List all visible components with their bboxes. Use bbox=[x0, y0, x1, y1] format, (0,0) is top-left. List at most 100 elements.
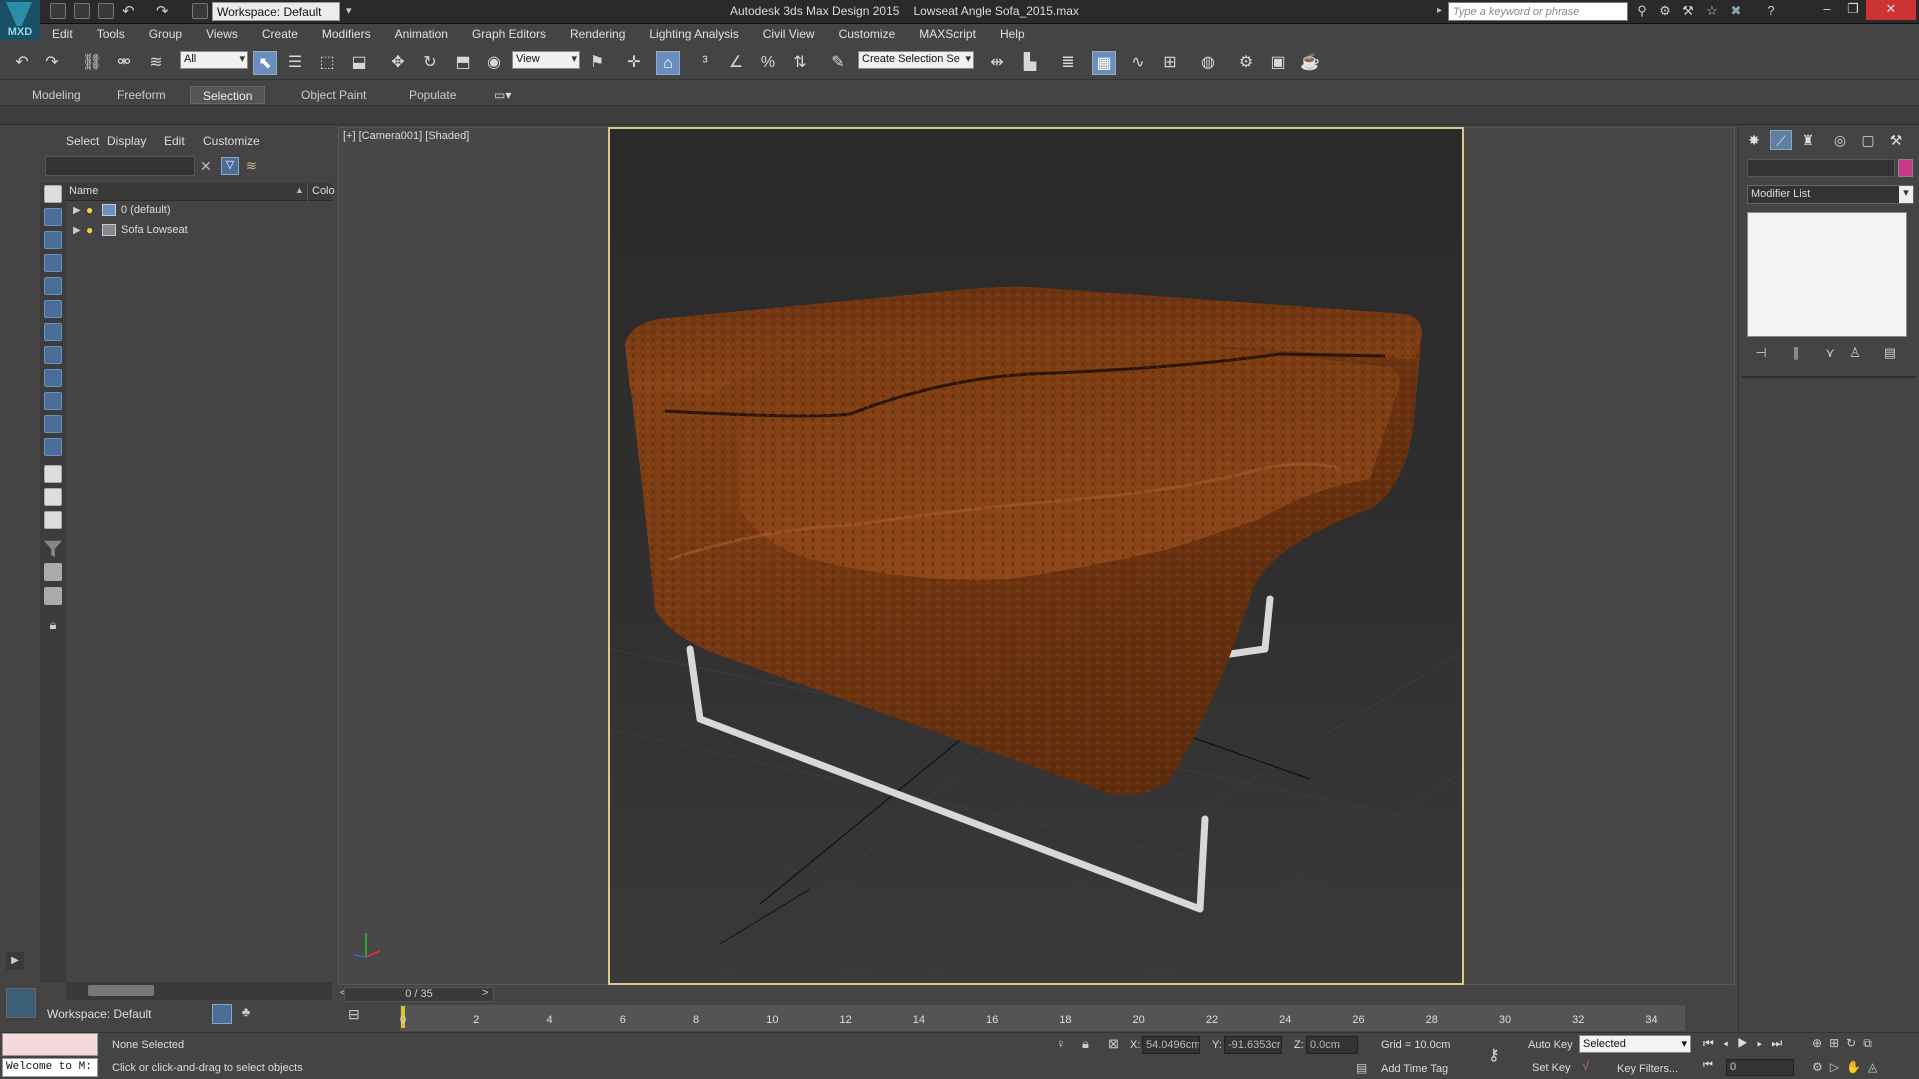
selection-filter-dropdown[interactable]: All bbox=[180, 51, 248, 69]
select-none-icon[interactable] bbox=[44, 488, 62, 506]
key-mode-toggle-icon[interactable]: ⏮ bbox=[1703, 1059, 1713, 1072]
filter-toggle-icon[interactable] bbox=[44, 540, 62, 557]
select-move-icon[interactable]: ✥ bbox=[386, 51, 410, 75]
list-item[interactable]: ▶ ● Sofa Lowseat bbox=[66, 221, 332, 241]
menu-civil-view[interactable]: Civil View bbox=[751, 27, 827, 41]
maximize-viewport-icon[interactable]: ⧉ bbox=[1863, 1036, 1879, 1050]
display-containers-icon[interactable] bbox=[44, 415, 62, 433]
undo-icon[interactable]: ↶ bbox=[10, 51, 34, 75]
subscription-icon[interactable]: ⚙ bbox=[1658, 4, 1672, 18]
sort-by-layer-icon[interactable] bbox=[212, 1004, 232, 1024]
lightbulb-icon[interactable]: ● bbox=[86, 223, 93, 237]
set-key-button[interactable]: Set Key bbox=[1532, 1062, 1571, 1074]
time-config-icon[interactable]: ⚙ bbox=[1812, 1060, 1830, 1074]
expand-icon[interactable]: ▶ bbox=[73, 225, 81, 236]
bind-space-warp-icon[interactable]: ≋ bbox=[144, 51, 168, 75]
scene-explorer-workspace[interactable]: Workspace: Default bbox=[45, 1004, 201, 1024]
rendered-frame-icon[interactable]: ▣ bbox=[1266, 51, 1290, 75]
edit-named-selection-icon[interactable]: ✎ bbox=[826, 51, 850, 75]
create-tab-icon[interactable]: ✸ bbox=[1743, 130, 1765, 150]
menu-group[interactable]: Group bbox=[137, 27, 194, 41]
display-tab-icon[interactable]: ▢ bbox=[1857, 130, 1879, 150]
clear-search-icon[interactable]: ✕ bbox=[200, 158, 212, 175]
select-manipulate-icon[interactable]: ✛ bbox=[622, 51, 646, 75]
filter-icon[interactable]: ▽ bbox=[221, 157, 239, 175]
field-of-view-icon[interactable]: ◬ bbox=[1868, 1060, 1884, 1074]
redo-icon[interactable]: ↷ bbox=[40, 51, 64, 75]
display-groups-icon[interactable] bbox=[44, 346, 62, 364]
time-next-icon[interactable]: > bbox=[482, 987, 488, 999]
snaps-toggle-icon[interactable]: ³ bbox=[693, 51, 717, 75]
previous-frame-icon[interactable]: ◂ bbox=[1723, 1036, 1737, 1050]
absolute-mode-icon[interactable]: ⊠ bbox=[1108, 1036, 1119, 1052]
curve-editor-icon[interactable]: ∿ bbox=[1126, 51, 1150, 75]
lock-icon[interactable]: 🔒︎ bbox=[44, 617, 62, 635]
expand-panel-icon[interactable]: ▶ bbox=[6, 952, 24, 970]
utilities-tab-icon[interactable]: ⚒ bbox=[1885, 130, 1907, 150]
auto-key-button[interactable]: Auto Key bbox=[1528, 1039, 1573, 1051]
selected-set-dropdown[interactable]: Selected bbox=[1579, 1035, 1691, 1053]
select-link-icon[interactable]: ⛓ bbox=[80, 51, 104, 75]
open-file-icon[interactable] bbox=[74, 3, 90, 19]
favorites-star-icon[interactable]: ☆ bbox=[1705, 4, 1719, 18]
z-coordinate-field[interactable]: 0.0cm bbox=[1306, 1036, 1358, 1054]
tab-object-paint[interactable]: Object Paint bbox=[289, 86, 378, 104]
display-xrefs-icon[interactable] bbox=[44, 369, 62, 387]
scene-explorer-icon[interactable]: ▦ bbox=[1092, 51, 1116, 75]
display-helpers-icon[interactable] bbox=[44, 300, 62, 318]
app-logo-button[interactable]: MXD bbox=[0, 0, 40, 40]
display-all-icon[interactable] bbox=[44, 185, 62, 203]
display-geometry-icon[interactable] bbox=[44, 208, 62, 226]
time-slider[interactable]: 0 / 35 bbox=[344, 987, 494, 1002]
menu-modifiers[interactable]: Modifiers bbox=[310, 27, 383, 41]
display-space-warps-icon[interactable] bbox=[44, 323, 62, 341]
key-filters-button[interactable]: Key Filters... bbox=[1617, 1063, 1678, 1075]
search-expand-icon[interactable]: ▸ bbox=[1437, 5, 1442, 16]
x-coordinate-field[interactable]: 54.0496cm bbox=[1142, 1036, 1200, 1054]
select-all-icon[interactable] bbox=[44, 465, 62, 483]
play-icon[interactable]: ▶ bbox=[1737, 1036, 1757, 1050]
tab-freeform[interactable]: Freeform bbox=[105, 86, 178, 104]
maxscript-mini-listener[interactable]: Welcome to M: bbox=[2, 1058, 98, 1077]
viewport-label[interactable]: [+] [Camera001] [Shaded] bbox=[343, 130, 469, 142]
next-frame-icon[interactable]: ▸ bbox=[1757, 1036, 1771, 1050]
remove-modifier-icon[interactable]: ♙ bbox=[1845, 345, 1865, 363]
pin-stack-icon[interactable]: ⊣ bbox=[1751, 345, 1771, 363]
menu-help[interactable]: Help bbox=[988, 27, 1037, 41]
workspace-dropdown[interactable]: Workspace: Default bbox=[212, 2, 340, 21]
lightbulb-icon[interactable]: ● bbox=[86, 203, 93, 217]
expand-icon[interactable]: ▶ bbox=[73, 205, 81, 216]
column-name[interactable]: Name bbox=[69, 185, 98, 197]
add-time-tag[interactable]: Add Time Tag bbox=[1381, 1063, 1448, 1075]
track-bar[interactable] bbox=[400, 1005, 1685, 1031]
tab-populate[interactable]: Populate bbox=[397, 86, 468, 104]
select-place-icon[interactable]: ◉ bbox=[482, 51, 506, 75]
reference-coordinate-dropdown[interactable]: View bbox=[512, 51, 580, 69]
keyboard-shortcut-toggle-icon[interactable]: ⌂ bbox=[656, 51, 680, 75]
menu-maxscript[interactable]: MAXScript bbox=[907, 27, 988, 41]
save-file-icon[interactable] bbox=[98, 3, 114, 19]
sort-icon[interactable] bbox=[44, 563, 62, 581]
minimize-button[interactable]: – bbox=[1814, 0, 1840, 20]
time-tag-icon[interactable]: ▤ bbox=[1356, 1061, 1367, 1075]
window-crossing-icon[interactable]: ⬓ bbox=[347, 51, 371, 75]
zoom-all-icon[interactable]: ⊞ bbox=[1829, 1036, 1846, 1050]
align-icon[interactable]: ▙ bbox=[1018, 51, 1042, 75]
mirror-icon[interactable]: ⇹ bbox=[985, 51, 1009, 75]
select-rotate-icon[interactable]: ↻ bbox=[418, 51, 442, 75]
percent-snap-icon[interactable]: % bbox=[756, 51, 780, 75]
layer-add-icon[interactable]: ≋ bbox=[246, 158, 257, 174]
exchange-icon[interactable]: ✖ bbox=[1729, 4, 1743, 18]
configure-modifier-sets-icon[interactable]: ▤ bbox=[1880, 345, 1900, 363]
maximize-button[interactable]: ❐ bbox=[1840, 0, 1866, 20]
hierarchy-tab-icon[interactable]: ♜ bbox=[1797, 130, 1819, 150]
help-icon[interactable]: ? bbox=[1764, 4, 1778, 18]
new-file-icon[interactable] bbox=[50, 3, 66, 19]
render-production-icon[interactable]: ☕ bbox=[1298, 51, 1322, 75]
menu-create[interactable]: Create bbox=[250, 27, 310, 41]
select-invert-icon[interactable] bbox=[44, 511, 62, 529]
column-color[interactable]: Colo bbox=[307, 183, 335, 201]
close-button[interactable]: ✕ bbox=[1866, 0, 1916, 20]
set-project-folder-icon[interactable] bbox=[192, 3, 208, 19]
schematic-view-icon[interactable]: ⊞ bbox=[1158, 51, 1182, 75]
